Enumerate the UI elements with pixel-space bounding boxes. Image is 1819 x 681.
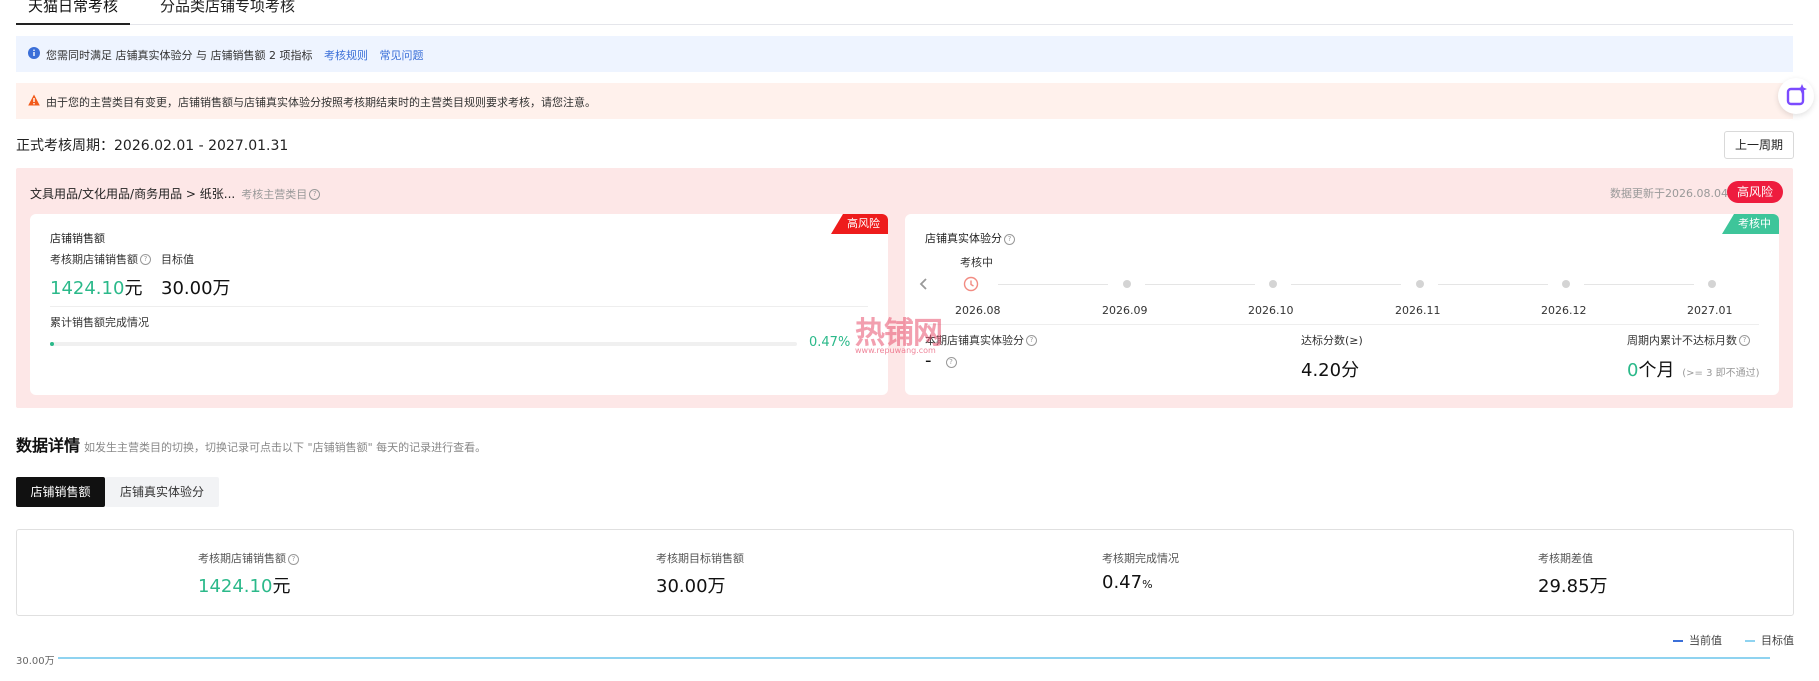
sales-card-title: 店铺销售额 bbox=[50, 232, 105, 245]
target-score-value: 4.20分 bbox=[1301, 360, 1360, 381]
info-icon bbox=[28, 47, 40, 59]
category-breadcrumb: 文具用品/文化用品/商务用品 > 纸张... 考核主营类目? bbox=[30, 185, 321, 202]
assessment-period: 正式考核周期：2026.02.01 - 2027.01.31 bbox=[16, 138, 289, 154]
progress-label: 累计销售额完成情况 bbox=[50, 316, 149, 329]
assessing-corner: 考核中 bbox=[1722, 214, 1779, 234]
timeline-month: 2026.10 bbox=[1248, 304, 1294, 317]
top-tabs: 天猫日常考核 分品类店铺专项考核 bbox=[16, 0, 1793, 25]
help-icon[interactable]: ? bbox=[140, 254, 151, 265]
target-label: 目标值 bbox=[161, 253, 194, 266]
sales-risk-corner: 高风险 bbox=[831, 214, 888, 234]
timeline-status: 考核中 bbox=[960, 256, 993, 269]
summary-value: 30.00万 bbox=[656, 576, 726, 597]
data-updated-time: 数据更新于2026.08.04 bbox=[1610, 187, 1728, 200]
failed-months-label: 周期内累计不达标月数 bbox=[1627, 334, 1737, 347]
failed-months-value: 0 bbox=[1627, 360, 1639, 381]
sales-card: 高风险 店铺销售额 考核期店铺销售额? 目标值 1424.10元 30.00万 … bbox=[30, 214, 888, 395]
clock-icon bbox=[963, 276, 979, 292]
previous-period-button[interactable]: 上一周期 bbox=[1724, 131, 1794, 159]
experience-card: 考核中 店铺真实体验分? 考核中 2026.08 2026.09 2026.10… bbox=[905, 214, 1779, 395]
failed-months-unit: 个月 bbox=[1638, 360, 1675, 381]
legend-current-label: 当前值 bbox=[1689, 634, 1722, 647]
sales-progress-bar bbox=[50, 342, 797, 346]
legend-current-swatch bbox=[1673, 640, 1683, 642]
failed-months-note: (>= 3 即不通过) bbox=[1682, 368, 1760, 379]
legend-target-label: 目标值 bbox=[1761, 634, 1794, 647]
tab-category-assessment[interactable]: 分品类店铺专项考核 bbox=[148, 0, 307, 23]
category-hint: 考核主营类目 bbox=[241, 188, 308, 201]
ai-assistant-button[interactable] bbox=[1778, 78, 1814, 114]
warning-banner: 由于您的主营类目有变更，店铺销售额与店铺真实体验分按照考核期结束时的主营类目规则… bbox=[16, 83, 1793, 119]
info-text: 您需同时满足 店铺真实体验分 与 店铺销售额 2 项指标 bbox=[46, 49, 313, 62]
info-banner: 您需同时满足 店铺真实体验分 与 店铺销售额 2 项指标 考核规则 常见问题 bbox=[16, 36, 1793, 72]
timeline-month: 2026.12 bbox=[1541, 304, 1587, 317]
timeline-month: 2027.01 bbox=[1687, 304, 1733, 317]
help-icon[interactable]: ? bbox=[1026, 335, 1037, 346]
timeline-dot bbox=[1123, 280, 1131, 288]
faq-link[interactable]: 常见问题 bbox=[379, 49, 423, 62]
target-value: 30.00万 bbox=[161, 278, 231, 299]
seg-experience-score[interactable]: 店铺真实体验分 bbox=[105, 477, 219, 507]
legend-target: 目标值 bbox=[1745, 632, 1794, 648]
data-details-title: 数据详情 bbox=[16, 436, 81, 455]
legend-target-swatch bbox=[1745, 640, 1755, 642]
help-icon[interactable]: ? bbox=[288, 553, 299, 565]
timeline-month: 2026.08 bbox=[955, 304, 1001, 317]
edit-sparkle-icon bbox=[1786, 84, 1807, 106]
seg-store-sales[interactable]: 店铺销售额 bbox=[16, 477, 105, 507]
y-axis-tick: 30.00万 bbox=[16, 656, 55, 667]
chevron-left-icon[interactable] bbox=[917, 277, 931, 291]
summary-value: 29.85万 bbox=[1538, 576, 1608, 597]
legend-current: 当前值 bbox=[1673, 632, 1722, 648]
warning-icon bbox=[28, 94, 40, 106]
timeline-dot bbox=[1708, 280, 1716, 288]
risk-badge: 高风险 bbox=[1727, 181, 1784, 203]
summary-unit: 元 bbox=[272, 576, 291, 597]
target-line bbox=[58, 657, 1770, 659]
summary-unit: % bbox=[1142, 578, 1153, 591]
current-sales-value: 1424.10 bbox=[50, 278, 125, 299]
category-path[interactable]: 文具用品/文化用品/商务用品 > 纸张... bbox=[30, 187, 235, 201]
timeline-dot bbox=[1416, 280, 1424, 288]
summary-value: 1424.10 bbox=[198, 576, 273, 597]
help-icon[interactable]: ? bbox=[1004, 233, 1015, 245]
progress-percent: 0.47% bbox=[809, 335, 851, 350]
target-score-label: 达标分数(≥) bbox=[1301, 334, 1363, 347]
timeline-dot bbox=[1269, 280, 1277, 288]
data-details-hint: 如发生主营类目的切换，切换记录可点击以下 "店铺销售额" 每天的记录进行查看。 bbox=[84, 441, 487, 454]
data-details-heading: 数据详情 如发生主营类目的切换，切换记录可点击以下 "店铺销售额" 每天的记录进行… bbox=[16, 432, 486, 456]
summary-box: 考核期店铺销售额? 1424.10元 考核期目标销售额 30.00万 考核期完成… bbox=[16, 529, 1794, 616]
timeline-dot bbox=[1562, 280, 1570, 288]
experience-card-title: 店铺真实体验分 bbox=[925, 232, 1002, 245]
watermark-logo: 热铺网 www.repuwang.com bbox=[855, 316, 943, 355]
summary-label: 考核期完成情况 bbox=[1102, 552, 1179, 565]
summary-label: 考核期差值 bbox=[1538, 552, 1593, 565]
summary-value: 0.47 bbox=[1102, 572, 1143, 593]
assessment-rules-link[interactable]: 考核规则 bbox=[324, 49, 368, 62]
current-sales-label: 考核期店铺销售额 bbox=[50, 253, 138, 266]
summary-label: 考核期店铺销售额 bbox=[198, 552, 286, 565]
summary-label: 考核期目标销售额 bbox=[656, 552, 744, 565]
tab-daily-assessment[interactable]: 天猫日常考核 bbox=[16, 0, 131, 25]
help-icon[interactable]: ? bbox=[1739, 335, 1750, 346]
current-sales-unit: 元 bbox=[124, 278, 143, 299]
timeline-month: 2026.09 bbox=[1102, 304, 1148, 317]
timeline-month: 2026.11 bbox=[1395, 304, 1441, 317]
warning-text: 由于您的主营类目有变更，店铺销售额与店铺真实体验分按照考核期结束时的主营类目规则… bbox=[46, 96, 596, 109]
help-icon[interactable]: ? bbox=[309, 189, 321, 200]
help-icon[interactable]: ? bbox=[945, 357, 957, 368]
